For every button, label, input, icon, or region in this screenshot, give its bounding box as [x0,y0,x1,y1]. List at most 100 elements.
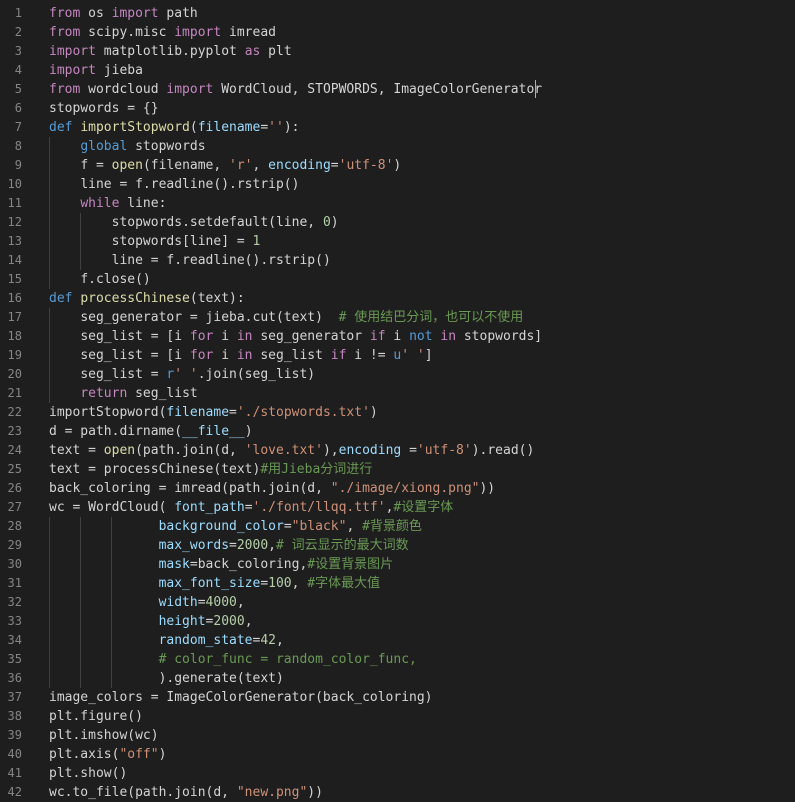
code-token: = [260,576,269,591]
code-line[interactable]: 19 seg_list = [i for i in seg_list if i … [0,346,795,365]
code-line[interactable]: 10 line = f.readline().rstrip() [0,175,795,194]
code-text: importStopword(filename='./stopwords.txt… [49,403,378,422]
code-token: , [236,595,245,610]
line-number: 26 [7,481,22,495]
code-line[interactable]: 41 plt.show() [0,764,795,783]
code-line[interactable]: 2 from scipy.misc import imread [0,23,795,42]
code-line[interactable]: 30 mask=back_coloring,#设置背景图片 [0,555,795,574]
code-line[interactable]: 20 seg_list = r' '.join(seg_list) [0,365,795,384]
code-token: global [80,139,128,154]
line-number: 31 [7,576,22,590]
code-line[interactable]: 35 # color_func = random_color_func, [0,650,795,669]
code-line[interactable]: 13 stopwords[line] = 1 [0,232,795,251]
code-editor[interactable]: 1 from os import path 2 from scipy.misc imp… [0,0,795,802]
line-number: 39 [7,728,22,742]
line-number: 3 [14,44,22,58]
code-token: import [111,6,159,21]
line-number: 28 [7,519,22,533]
line-number: 42 [7,785,22,799]
code-token: encoding [268,158,331,173]
code-line[interactable]: 12 stopwords.setdefault(line, 0) [0,213,795,232]
code-token: for [189,348,214,363]
code-line[interactable]: 11 while line: [0,194,795,213]
code-token: not [409,329,433,344]
code-line[interactable]: 40 plt.axis("off") [0,745,795,764]
code-token: 'utf-8' [416,443,472,458]
code-token: )) [307,785,323,800]
code-line[interactable]: 14 line = f.readline().rstrip() [0,251,795,270]
code-line[interactable]: 8 global stopwords [0,137,795,156]
code-line[interactable]: 36 ).generate(text) [0,669,795,688]
code-token: stopwords[line] = [111,234,253,249]
line-number: 14 [7,253,22,267]
code-text: width=4000, [49,593,245,612]
code-line[interactable]: 39 plt.imshow(wc) [0,726,795,745]
code-token: open [111,158,143,173]
code-line[interactable]: 7 def importStopword(filename=''): [0,118,795,137]
code-token: plt.axis( [49,747,120,762]
code-line[interactable]: 37 image_colors = ImageColorGenerator(bac… [0,688,795,707]
code-token: stopwords] [456,329,543,344]
line-number: 12 [7,215,22,229]
code-text: random_state=42, [49,631,284,650]
code-line[interactable]: 22 importStopword(filename='./stopwords.t… [0,403,795,422]
code-line[interactable]: 33 height=2000, [0,612,795,631]
code-token: 0 [322,215,331,230]
code-line[interactable]: 25 text = processChinese(text)#用Jieba分词进行 [0,460,795,479]
code-text: ).generate(text) [49,669,284,688]
code-token: text = processChinese(text) [49,462,261,477]
line-number: 29 [7,538,22,552]
code-line[interactable]: 3 import matplotlib.pyplot as plt [0,42,795,61]
code-line[interactable]: 6 stopwords = {} [0,99,795,118]
code-line[interactable]: 23 d = path.dirname(__file__) [0,422,795,441]
code-token: stopwords = {} [49,101,159,116]
code-line[interactable]: 16 def processChinese(text): [0,289,795,308]
code-token: seg_list = [i [80,348,190,363]
code-token: import [166,82,214,97]
code-line[interactable]: 9 f = open(filename, 'r', encoding='utf-… [0,156,795,175]
code-line[interactable]: 42 wc.to_file(path.join(d, "new.png")) [0,783,795,802]
code-line[interactable]: 38 plt.figure() [0,707,795,726]
code-line[interactable]: 28 background_color="black", #背景颜色 [0,517,795,536]
code-token: ) [393,158,402,173]
line-number: 18 [7,329,22,343]
code-line[interactable]: 15 f.close() [0,270,795,289]
code-token: , [244,614,253,629]
code-line[interactable]: 18 seg_list = [i for i in seg_generator … [0,327,795,346]
code-token: wc.to_file(path.join(d, [49,785,237,800]
line-number: 17 [7,310,22,324]
code-token: filename [197,120,261,135]
code-token: seg_generator = jieba.cut(text) [80,310,339,325]
code-token: plt.imshow(wc) [49,728,159,743]
code-token: 4000 [205,595,237,610]
code-line[interactable]: 34 random_state=42, [0,631,795,650]
code-line[interactable]: 29 max_words=2000,# 词云显示的最大词数 [0,536,795,555]
code-token: stopwords.setdefault(line, [111,215,323,230]
code-line[interactable]: 17 seg_generator = jieba.cut(text) # 使用结… [0,308,795,327]
line-number: 40 [7,747,22,761]
code-line[interactable]: 24 text = open(path.join(d, 'love.txt'),e… [0,441,795,460]
code-line[interactable]: 5 from wordcloud import WordCloud, STOPWO… [0,80,795,99]
code-line[interactable]: 26 back_coloring = imread(path.join(d, ".… [0,479,795,498]
code-token: seg_list = [i [80,329,190,344]
code-line[interactable]: 1 from os import path [0,4,795,23]
code-text: def importStopword(filename=''): [49,118,299,137]
code-token: line = f.readline().rstrip() [80,177,300,192]
code-text: f = open(filename, 'r', encoding='utf-8'… [49,156,401,175]
code-token: './stopwords.txt' [236,405,370,420]
code-token: i [385,329,410,344]
code-line[interactable]: 4 import jieba [0,61,795,80]
code-text: max_font_size=100, #字体最大值 [49,574,381,593]
code-line[interactable]: 27 wc = WordCloud( font_path='./font/llqq… [0,498,795,517]
code-token: def [49,291,73,306]
line-number: 6 [14,101,22,115]
code-token: in [440,329,457,344]
code-token: , [346,519,363,534]
code-text: plt.axis("off") [49,745,166,764]
code-token: for [189,329,214,344]
line-number: 2 [14,25,22,39]
code-line[interactable]: 31 max_font_size=100, #字体最大值 [0,574,795,593]
code-token: width [158,595,198,610]
code-line[interactable]: 32 width=4000, [0,593,795,612]
code-line[interactable]: 21 return seg_list [0,384,795,403]
